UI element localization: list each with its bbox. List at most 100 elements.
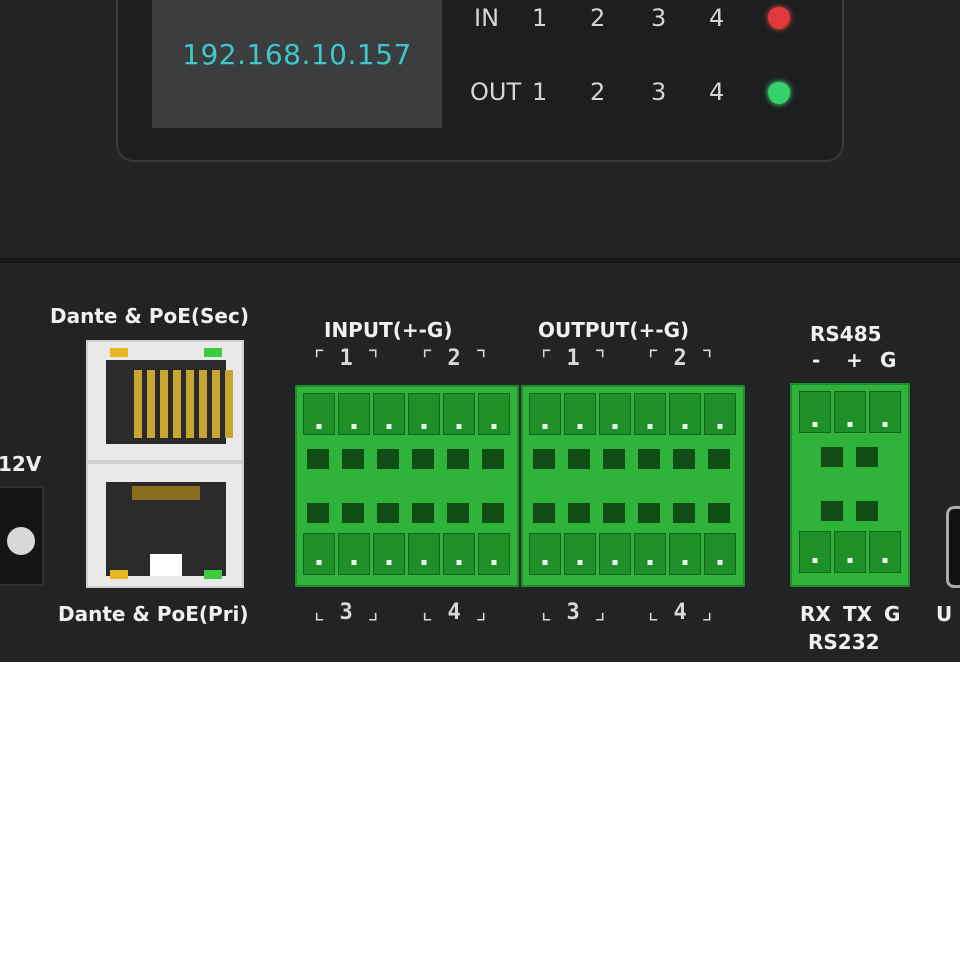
output-label: OUTPUT(+-G) — [538, 318, 690, 342]
terminal-slot — [443, 533, 475, 575]
terminal-slot — [869, 391, 901, 433]
release-tab — [447, 503, 469, 523]
input-terminal-block — [295, 385, 519, 587]
release-tab — [708, 449, 730, 469]
terminal-slot — [373, 393, 405, 435]
terminal-slot — [303, 393, 335, 435]
release-tab — [855, 501, 878, 521]
release-tab — [820, 501, 843, 521]
out-channel-1: 1 — [532, 78, 548, 106]
rs-terminal-block — [790, 383, 910, 587]
rs232-pin-rx: RX — [800, 602, 831, 626]
release-tab — [377, 449, 399, 469]
release-tab — [447, 449, 469, 469]
output-group-2: ⌜ 2 ⌝ — [647, 346, 714, 371]
input-group-4: ⌞ 4 ⌟ — [421, 600, 488, 625]
terminal-slot — [599, 393, 631, 435]
release-tab — [342, 449, 364, 469]
in-label: IN — [474, 4, 500, 32]
release-tab — [568, 449, 590, 469]
terminal-slot — [834, 531, 866, 573]
release-tab — [673, 449, 695, 469]
terminal-slot — [338, 393, 370, 435]
release-tab — [603, 449, 625, 469]
rs485-pin-minus: - — [812, 348, 821, 372]
release-tab — [377, 503, 399, 523]
link-led-yellow — [110, 348, 128, 357]
terminal-slot — [669, 393, 701, 435]
release-tab — [820, 447, 843, 467]
release-tab — [412, 503, 434, 523]
power-label: 12V — [0, 452, 42, 476]
audio-device: 192.168.10.157 IN 1 2 3 4 OUT 1 2 3 4 12… — [0, 0, 960, 662]
release-tab — [412, 449, 434, 469]
usb-port — [946, 506, 960, 588]
terminal-slot — [529, 393, 561, 435]
input-label: INPUT(+-G) — [324, 318, 453, 342]
release-tab — [307, 449, 329, 469]
terminal-slot — [634, 393, 666, 435]
terminal-slot — [373, 533, 405, 575]
power-jack-socket — [2, 522, 40, 560]
out-channel-2: 2 — [590, 78, 606, 106]
output-terminal-block — [521, 385, 745, 587]
input-group-2: ⌜ 2 ⌝ — [421, 346, 488, 371]
terminal-slot — [478, 533, 510, 575]
terminal-slot — [408, 533, 440, 575]
terminal-slot — [799, 391, 831, 433]
power-jack — [0, 486, 44, 586]
release-tab — [533, 503, 555, 523]
terminal-slot — [443, 393, 475, 435]
release-tab — [482, 503, 504, 523]
terminal-slot — [564, 533, 596, 575]
dante-secondary-label: Dante & PoE(Sec) — [50, 304, 249, 328]
rj45-opening — [106, 360, 233, 444]
terminal-slot — [634, 533, 666, 575]
rs232-pin-ground: G — [884, 602, 901, 626]
link-led-yellow — [110, 570, 128, 579]
front-panel: 192.168.10.157 IN 1 2 3 4 OUT 1 2 3 4 — [0, 0, 960, 258]
rj45-port-secondary — [86, 340, 244, 462]
rj45-opening — [106, 482, 226, 576]
release-tab — [603, 503, 625, 523]
lcd-screen: 192.168.10.157 — [152, 0, 442, 128]
terminal-slot — [529, 533, 561, 575]
release-tab — [638, 449, 660, 469]
terminal-slot — [478, 393, 510, 435]
rs232-pin-tx: TX — [843, 602, 873, 626]
input-group-3: ⌞ 3 ⌟ — [313, 600, 380, 625]
in-channel-4: 4 — [709, 4, 725, 32]
terminal-slot — [408, 393, 440, 435]
panel-seam — [0, 258, 960, 263]
release-tab — [342, 503, 364, 523]
terminal-slot — [704, 393, 736, 435]
usb-label: U — [936, 602, 953, 626]
release-tab — [533, 449, 555, 469]
rj45-port-primary — [86, 462, 244, 588]
release-tab — [568, 503, 590, 523]
terminal-slot — [669, 533, 701, 575]
in-channel-2: 2 — [590, 4, 606, 32]
release-tab — [482, 449, 504, 469]
release-tab — [855, 447, 878, 467]
terminal-slot — [799, 531, 831, 573]
rj45-contacts — [130, 370, 238, 438]
rs485-pin-plus: + — [846, 348, 863, 372]
terminal-slot — [599, 533, 631, 575]
input-group-1: ⌜ 1 ⌝ — [313, 346, 380, 371]
terminal-slot — [303, 533, 335, 575]
terminal-slot — [834, 391, 866, 433]
rs485-label: RS485 — [810, 322, 882, 346]
in-channel-3: 3 — [651, 4, 667, 32]
release-tab — [307, 503, 329, 523]
rj45-contacts — [132, 486, 200, 500]
output-group-1: ⌜ 1 ⌝ — [540, 346, 607, 371]
terminal-slot — [564, 393, 596, 435]
rj45-latch-notch — [150, 554, 182, 576]
in-channel-1: 1 — [532, 4, 548, 32]
out-channel-3: 3 — [651, 78, 667, 106]
ip-address: 192.168.10.157 — [182, 38, 412, 71]
release-tab — [638, 503, 660, 523]
out-label: OUT — [470, 78, 522, 106]
terminal-slot — [869, 531, 901, 573]
